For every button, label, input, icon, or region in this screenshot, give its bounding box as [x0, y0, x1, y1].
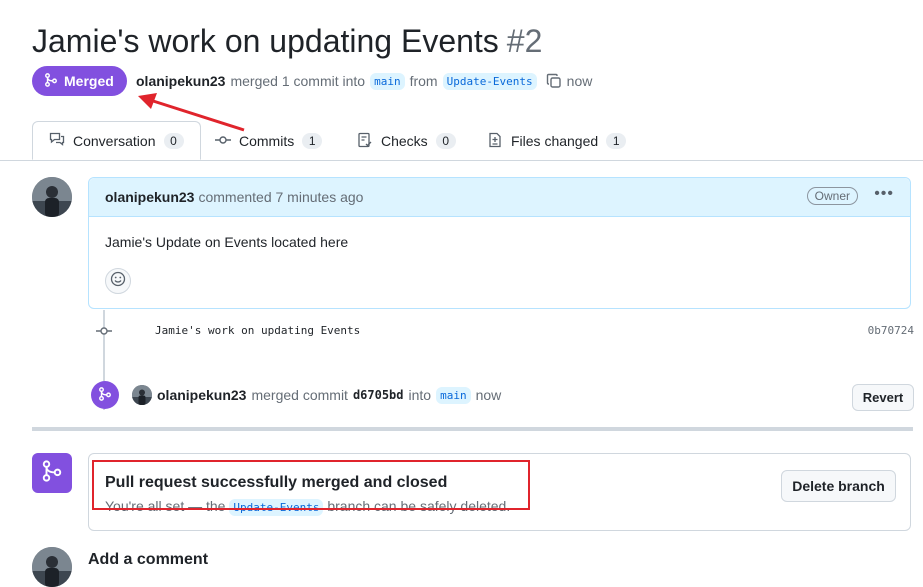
add-comment-heading: Add a comment [88, 551, 209, 568]
tab-label: Commits [239, 133, 295, 149]
smiley-icon [110, 271, 126, 292]
merge-author-link[interactable]: olanipekun23 [157, 387, 246, 403]
merge-commit-sha[interactable]: d6705bd [353, 388, 404, 402]
merged-state-badge: Merged [32, 66, 127, 96]
commit-sha-link[interactable]: 0b70724 [868, 324, 914, 337]
avatar[interactable] [32, 177, 72, 217]
git-commit-icon [96, 323, 112, 344]
tab-conversation[interactable]: Conversation 0 [32, 121, 201, 160]
comment-author[interactable]: olanipekun23 [105, 189, 194, 205]
avatar[interactable] [132, 385, 152, 405]
into-text: into [408, 387, 432, 403]
merged-text: merged 1 commit into [230, 73, 366, 89]
merged-time: now [566, 73, 593, 89]
merge-event: olanipekun23 merged commit d6705bd into … [91, 381, 501, 409]
timeline-divider [32, 427, 913, 431]
commit-row: Jamie's work on updating Events 0b70724 [96, 320, 914, 342]
tab-count: 1 [606, 133, 627, 149]
tabs-border [0, 160, 923, 161]
checklist-icon [357, 132, 373, 151]
comment-box: olanipekun23 commented 7 minutes ago Own… [88, 177, 911, 309]
base-branch-label[interactable]: main [436, 386, 471, 404]
merged-label: Merged [64, 73, 114, 89]
tab-count: 1 [302, 133, 323, 149]
tab-label: Conversation [73, 132, 156, 149]
comment-timestamp: commented 7 minutes ago [198, 189, 364, 205]
owner-badge: Owner [806, 187, 858, 205]
head-branch-label[interactable]: Update-Events [442, 72, 537, 90]
avatar[interactable] [32, 547, 72, 587]
comment-header: olanipekun23 commented 7 minutes ago Own… [89, 178, 910, 217]
revert-button[interactable]: Revert [852, 384, 914, 411]
merge-event-badge [91, 381, 119, 409]
add-reaction-button[interactable] [105, 268, 131, 294]
pr-author-link[interactable]: olanipekun23 [136, 73, 225, 89]
pr-number: #2 [506, 23, 543, 59]
merge-event-time: now [475, 387, 502, 403]
merge-text: merged commit [251, 387, 348, 403]
pr-tabs: Conversation 0 Commits 1 Checks 0 Files … [0, 121, 923, 161]
tab-count: 0 [435, 133, 456, 149]
delete-branch-button[interactable]: Delete branch [781, 470, 896, 502]
merge-status-icon-box [32, 453, 72, 493]
tab-label: Checks [381, 133, 428, 149]
pr-meta: olanipekun23 merged 1 commit into main f… [136, 70, 592, 92]
kebab-menu-icon[interactable]: ••• [874, 185, 894, 203]
tab-checks[interactable]: Checks 0 [357, 121, 456, 161]
git-merge-icon [41, 459, 63, 487]
tab-files-changed[interactable]: Files changed 1 [487, 121, 627, 161]
from-text: from [409, 73, 438, 89]
git-merge-icon [98, 386, 112, 404]
commit-message-link[interactable]: Jamie's work on updating Events [155, 324, 360, 337]
git-merge-icon [44, 72, 58, 90]
comment-discussion-icon [49, 131, 65, 150]
annotation-highlight-box [92, 460, 530, 510]
pr-title-text: Jamie's work on updating Events [32, 23, 499, 59]
copy-icon[interactable] [546, 73, 562, 89]
file-diff-icon [487, 132, 503, 151]
tab-commits[interactable]: Commits 1 [215, 121, 323, 161]
pr-title: Jamie's work on updating Events #2 [32, 20, 542, 62]
base-branch-label[interactable]: main [370, 72, 405, 90]
tab-label: Files changed [511, 133, 599, 149]
tab-count: 0 [163, 132, 184, 149]
git-commit-icon [215, 132, 231, 151]
comment-body: Jamie's Update on Events located here [105, 234, 349, 250]
